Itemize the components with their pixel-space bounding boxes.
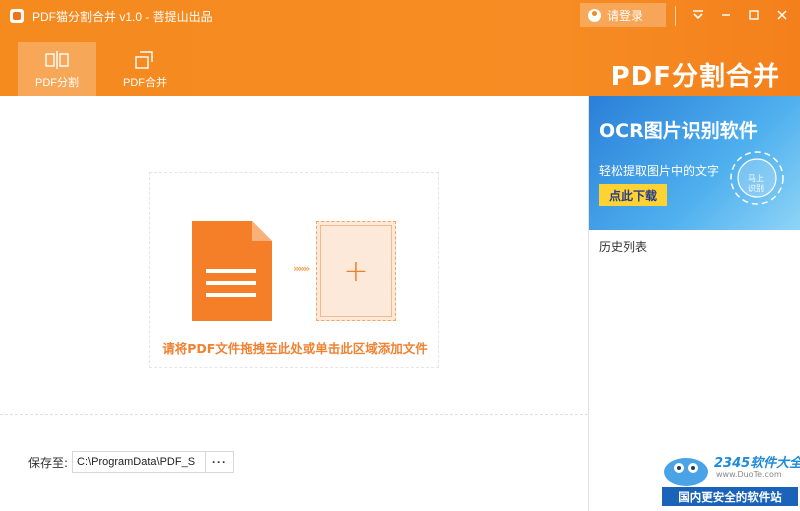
ad-title: OCR图片识别软件 xyxy=(599,120,758,142)
plus-icon: + xyxy=(320,225,392,317)
login-button[interactable]: 请登录 xyxy=(580,3,666,27)
tab-label: PDF合并 xyxy=(123,77,167,89)
window-controls xyxy=(675,4,794,26)
document-icon xyxy=(192,221,272,321)
save-path-input[interactable] xyxy=(72,451,207,473)
close-button[interactable] xyxy=(770,4,794,26)
mascot-logo-icon xyxy=(664,458,708,486)
ad-circle-text: 马上 识别 xyxy=(732,174,780,194)
window-controls-separator xyxy=(675,6,676,26)
arrows-icon: »»» xyxy=(293,262,310,275)
app-logo-icon xyxy=(10,9,24,23)
chevron-down-icon xyxy=(693,10,703,20)
window-title: PDF猫分割合并 v1.0 - 菩提山出品 xyxy=(32,10,213,24)
tab-label: PDF分割 xyxy=(35,77,79,89)
maximize-button[interactable] xyxy=(742,4,766,26)
tab-pdf-split[interactable]: PDF分割 xyxy=(18,42,96,96)
main-panel: »»» + 请将PDF文件拖拽至此处或单击此区域添加文件 保存至: ··· xyxy=(0,96,588,511)
watermark-url: www.DuoTe.com xyxy=(716,470,782,479)
tab-pdf-merge[interactable]: PDF合并 xyxy=(106,42,184,96)
file-drop-zone[interactable]: »»» + 请将PDF文件拖拽至此处或单击此区域添加文件 xyxy=(149,172,439,368)
save-path-row: 保存至: ··· xyxy=(28,451,235,473)
maximize-icon xyxy=(749,10,759,20)
history-list-title: 历史列表 xyxy=(599,240,648,254)
watermark-name: 2345软件大全 xyxy=(714,456,800,471)
add-file-box[interactable]: + xyxy=(316,221,396,321)
title-bar: PDF猫分割合并 v1.0 - 菩提山出品 请登录 xyxy=(0,0,800,32)
user-icon xyxy=(588,8,601,22)
close-icon xyxy=(777,10,787,20)
ocr-ad-banner[interactable]: OCR图片识别软件 轻松提取图片中的文字 点此下载 马上 识别 xyxy=(589,96,800,230)
drop-hint-text: 请将PDF文件拖拽至此处或单击此区域添加文件 xyxy=(162,341,428,356)
watermark-slogan: 国内更安全的软件站 xyxy=(662,487,798,506)
divider xyxy=(0,414,588,415)
merge-icon xyxy=(135,51,153,69)
brand-title: PDF分割合并 xyxy=(610,62,780,92)
dropdown-menu-button[interactable] xyxy=(686,4,710,26)
ad-download-button[interactable]: 点此下载 xyxy=(599,184,667,206)
ad-circle-line2: 识别 xyxy=(748,184,764,193)
ad-circle-line1: 马上 xyxy=(748,174,764,183)
split-icon xyxy=(45,51,69,69)
login-label: 请登录 xyxy=(607,8,644,23)
header-bar: PDF猫分割合并 v1.0 - 菩提山出品 请登录 PDF分割 PDF合并 PD… xyxy=(0,0,800,96)
ad-subtitle: 轻松提取图片中的文字 xyxy=(599,164,720,178)
save-label: 保存至: xyxy=(28,455,69,470)
minimize-icon xyxy=(722,14,730,16)
browse-button[interactable]: ··· xyxy=(206,451,235,473)
minimize-button[interactable] xyxy=(714,4,738,26)
